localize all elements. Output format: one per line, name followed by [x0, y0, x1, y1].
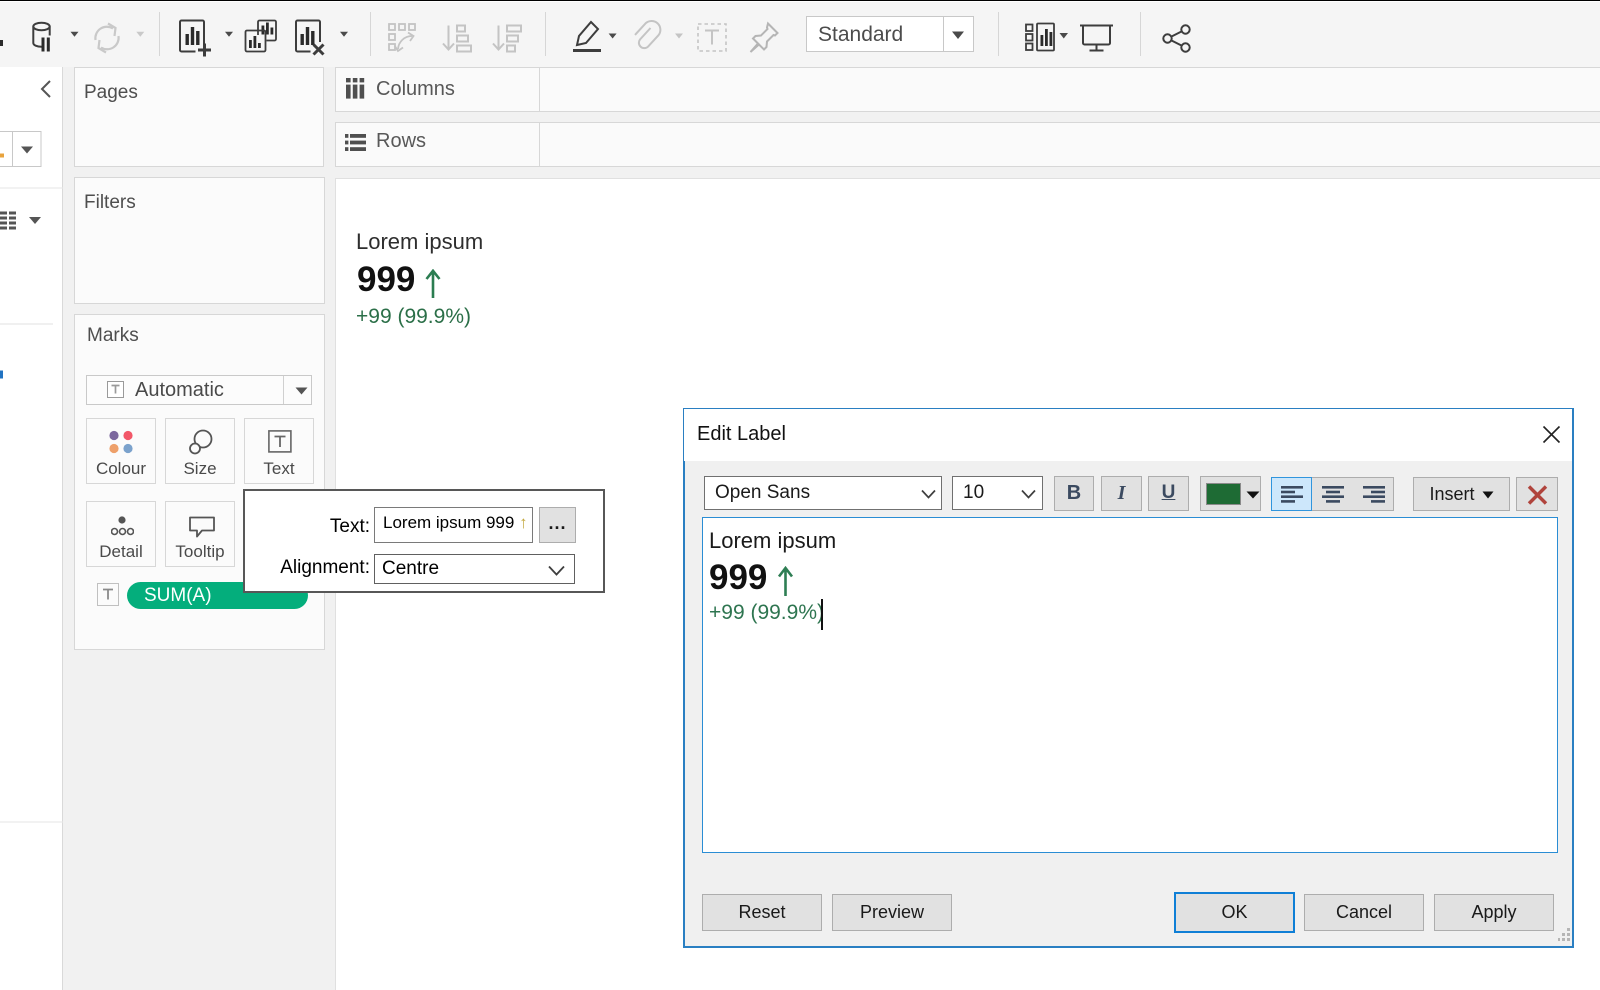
svg-text:Standard: Standard — [818, 23, 903, 46]
